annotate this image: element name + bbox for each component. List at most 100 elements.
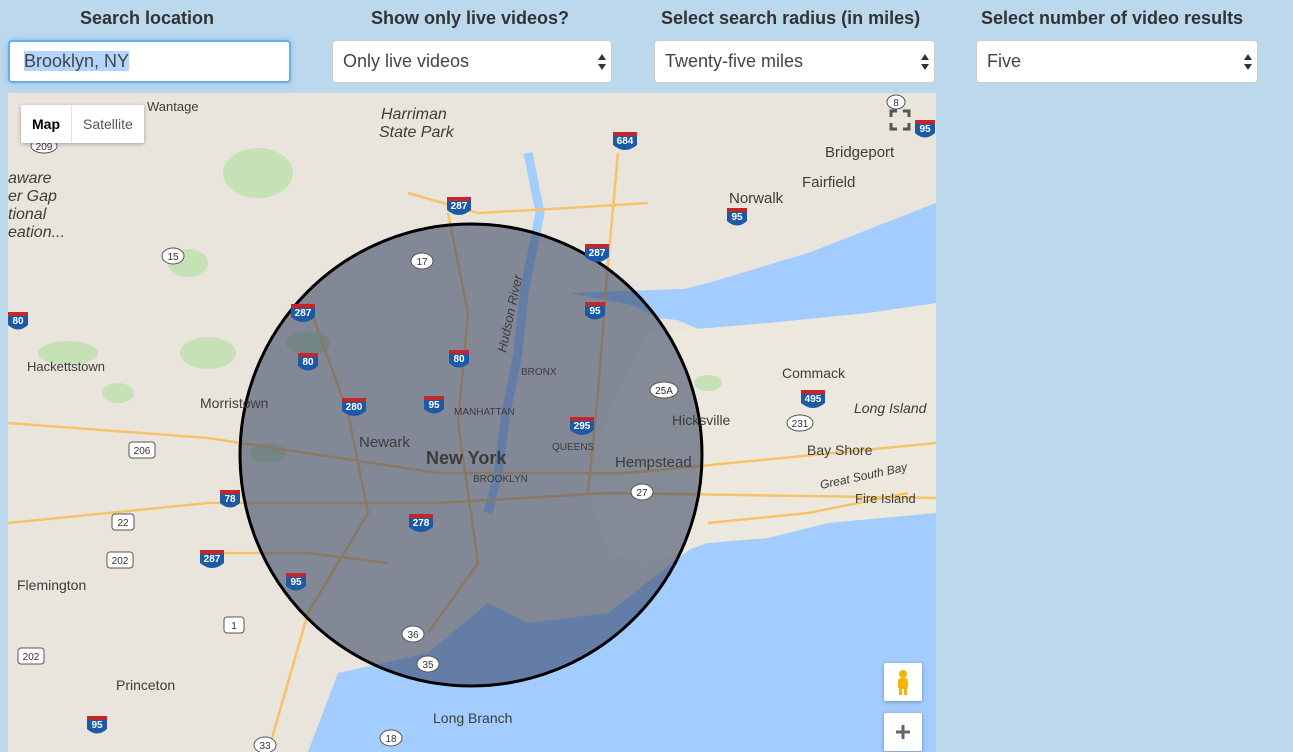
radius-select[interactable]: Twenty-five miles <box>654 40 935 83</box>
shield-i95e: 95 <box>87 716 107 734</box>
svg-text:278: 278 <box>413 518 430 529</box>
place-hempstead: Hempstead <box>615 454 692 471</box>
svg-text:25A: 25A <box>655 386 673 397</box>
place-delaware-2: er Gap <box>8 188 57 205</box>
place-flemington: Flemington <box>17 577 86 593</box>
svg-text:95: 95 <box>731 212 743 223</box>
shield-i287c: 287 <box>291 304 315 322</box>
svg-text:202: 202 <box>112 556 129 567</box>
shield-r206: 206 <box>128 441 156 459</box>
place-long-branch: Long Branch <box>433 710 512 726</box>
place-morristown: Morristown <box>200 395 268 411</box>
select-arrows-icon <box>921 54 929 70</box>
shield-i287a: 287 <box>447 197 471 215</box>
svg-text:206: 206 <box>134 446 151 457</box>
shield-i295: 295 <box>570 417 594 435</box>
place-fire-island: Fire Island <box>855 491 916 506</box>
place-new-york: New York <box>426 448 507 468</box>
svg-text:95: 95 <box>589 306 601 317</box>
results-select[interactable]: Five <box>976 40 1258 83</box>
svg-text:295: 295 <box>574 421 591 432</box>
pegman-icon <box>898 670 908 695</box>
svg-text:35: 35 <box>422 660 434 671</box>
place-bronx: BRONX <box>521 367 557 378</box>
shield-r35: 35 <box>416 655 440 673</box>
place-manhattan: MANHATTAN <box>454 407 515 418</box>
fullscreen-icon <box>889 109 911 131</box>
results-select-value: Five <box>987 51 1022 71</box>
svg-text:33: 33 <box>259 741 271 752</box>
shield-r1: 1 <box>223 616 245 634</box>
place-harriman: Harriman <box>381 106 447 123</box>
shield-r22: 22 <box>111 513 135 531</box>
svg-text:78: 78 <box>224 494 236 505</box>
shield-i287b: 287 <box>585 244 609 262</box>
map-canvas: New York Newark MANHATTAN BROOKLYN QUEEN… <box>8 94 936 752</box>
shield-i95b: 95 <box>585 302 605 320</box>
fullscreen-button[interactable] <box>881 101 919 139</box>
map[interactable]: New York Newark MANHATTAN BROOKLYN QUEEN… <box>8 93 936 752</box>
shield-r202b: 202 <box>17 647 45 665</box>
map-type-map-button[interactable]: Map <box>21 105 72 143</box>
shield-i80c: 80 <box>449 350 469 368</box>
select-arrows-icon <box>598 54 606 70</box>
place-princeton: Princeton <box>116 677 175 693</box>
svg-text:95: 95 <box>428 400 440 411</box>
place-hicksville: Hicksville <box>672 412 731 428</box>
shield-r18: 18 <box>379 729 403 747</box>
svg-text:1: 1 <box>231 621 237 632</box>
shield-r17: 17 <box>410 252 434 270</box>
place-long-island: Long Island <box>854 400 928 416</box>
location-input[interactable]: Brooklyn, NY <box>8 40 291 83</box>
svg-text:95: 95 <box>919 124 931 135</box>
place-fairfield: Fairfield <box>802 174 855 191</box>
radius-label: Select search radius (in miles) <box>661 8 921 28</box>
shield-i278: 278 <box>409 514 433 532</box>
place-bridgeport: Bridgeport <box>825 144 895 161</box>
shield-i287d: 287 <box>200 550 224 568</box>
svg-text:80: 80 <box>453 354 465 365</box>
svg-text:495: 495 <box>805 394 822 405</box>
shield-i95d: 95 <box>286 573 306 591</box>
live-select[interactable]: Only live videos <box>332 40 612 83</box>
svg-text:80: 80 <box>12 316 24 327</box>
street-view-pegman[interactable] <box>884 663 922 701</box>
place-norwalk: Norwalk <box>729 190 784 207</box>
shield-r25a: 25A <box>649 381 679 399</box>
shield-r15: 15 <box>161 247 185 265</box>
shield-r202a: 202 <box>106 551 134 569</box>
location-label: Search location <box>80 8 215 28</box>
place-delaware-1: aware <box>8 170 52 187</box>
svg-text:287: 287 <box>589 248 606 259</box>
shield-i495: 495 <box>801 390 825 408</box>
place-newark: Newark <box>359 434 410 451</box>
shield-i280: 280 <box>342 398 366 416</box>
plus-icon <box>896 725 910 739</box>
live-label: Show only live videos? <box>371 8 570 28</box>
place-hackettstown: Hackettstown <box>27 359 105 374</box>
shield-r27: 27 <box>630 483 654 501</box>
svg-text:27: 27 <box>636 488 648 499</box>
place-brooklyn: BROOKLYN <box>473 474 528 485</box>
shield-i80b: 80 <box>298 353 318 371</box>
svg-text:17: 17 <box>416 257 428 268</box>
svg-text:287: 287 <box>295 308 312 319</box>
place-commack: Commack <box>782 365 846 381</box>
svg-text:22: 22 <box>117 518 129 529</box>
zoom-in-button[interactable] <box>884 713 922 751</box>
svg-text:684: 684 <box>617 136 634 147</box>
svg-text:15: 15 <box>167 252 179 263</box>
svg-text:209: 209 <box>36 142 53 153</box>
shield-r231: 231 <box>786 414 814 432</box>
place-delaware-3: tional <box>8 206 47 223</box>
svg-text:18: 18 <box>385 734 397 745</box>
shield-i95c: 95 <box>424 396 444 414</box>
select-arrows-icon <box>1244 54 1252 70</box>
svg-text:280: 280 <box>346 402 363 413</box>
svg-text:80: 80 <box>302 357 314 368</box>
shield-i95a: 95 <box>727 208 747 226</box>
svg-text:202: 202 <box>23 652 40 663</box>
shield-r33: 33 <box>253 736 277 752</box>
map-type-satellite-button[interactable]: Satellite <box>72 105 144 143</box>
shield-r36: 36 <box>401 625 425 643</box>
